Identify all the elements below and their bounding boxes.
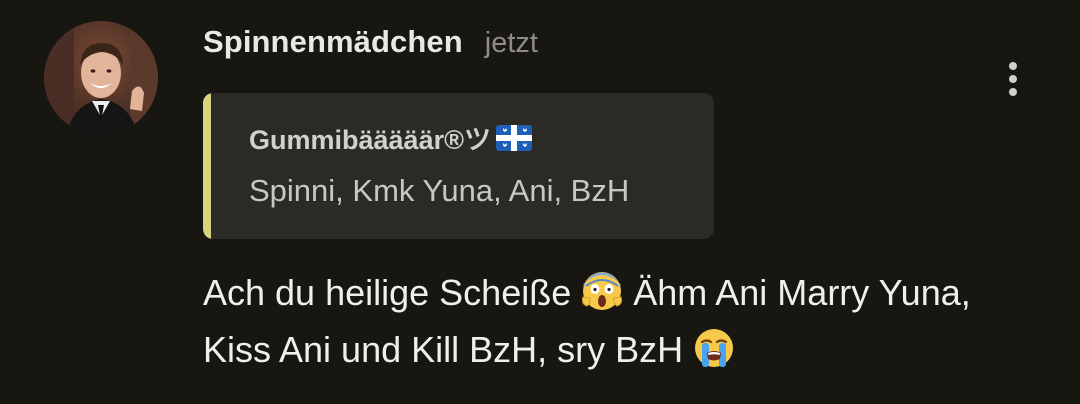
quote-author: Gummibääääär®ツ [249, 118, 533, 157]
message-text-1: Ach du heilige Scheiße [203, 272, 582, 313]
quote-text: Spinni, Kmk Yuna, Ani, BzH [249, 173, 630, 208]
comment-header: Spinnenmädchen jetzt [203, 24, 538, 68]
face-screaming-in-fear-icon [581, 270, 623, 312]
more-options-button[interactable] [996, 58, 1030, 100]
loudly-crying-face-icon [693, 327, 735, 369]
timestamp: jetzt [484, 27, 538, 59]
quebec-flag-icon [495, 124, 533, 152]
comment-message: Ach du heilige Scheiße Ähm Ani Marry Yun… [203, 264, 1033, 378]
quote-author-name: Gummibääääär®ツ [249, 125, 491, 155]
more-vertical-icon-dot [1009, 75, 1017, 83]
quoted-reply[interactable]: Gummibääääär®ツ Spinni, Kmk Yuna, Ani, Bz… [203, 93, 714, 239]
more-vertical-icon-dot [1009, 88, 1017, 96]
quote-accent-bar [203, 93, 211, 239]
author-name[interactable]: Spinnenmädchen [203, 24, 463, 60]
avatar[interactable] [44, 21, 158, 135]
more-vertical-icon [1009, 62, 1017, 70]
